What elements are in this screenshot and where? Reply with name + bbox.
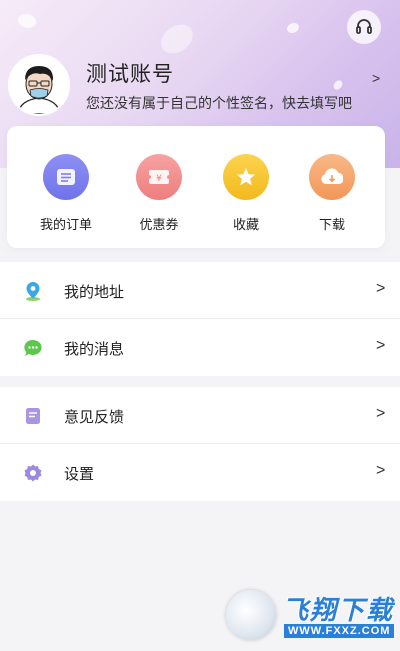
quick-actions-card: 我的订单 ¥ 优惠券 收藏 下载 — [7, 126, 385, 248]
my-orders-button[interactable]: 我的订单 — [31, 154, 101, 233]
favorites-button[interactable]: 收藏 — [211, 154, 281, 233]
menu-item-my-address[interactable]: 我的地址 > — [0, 262, 400, 319]
menu-item-label: 设置 — [64, 466, 95, 483]
profile-chevron-icon[interactable]: > — [372, 70, 380, 86]
avatar[interactable] — [8, 54, 70, 116]
username[interactable]: 测试账号 — [86, 58, 174, 88]
menu-item-my-messages[interactable]: 我的消息 > — [0, 319, 400, 376]
headset-icon — [356, 19, 372, 34]
watermark-logo-icon — [226, 590, 276, 640]
watermark-url: WWW.FXXZ.COM — [284, 624, 395, 638]
coupon-label: 优惠券 — [139, 217, 179, 232]
chevron-right-icon: > — [376, 337, 386, 354]
coupon-icon: ¥ — [136, 154, 182, 200]
menu-item-feedback[interactable]: 意见反馈 > — [0, 387, 400, 444]
petal-decoration — [285, 20, 301, 36]
petal-decoration — [156, 20, 198, 58]
my-orders-label: 我的订单 — [39, 217, 92, 232]
menu-item-settings[interactable]: 设置 > — [0, 444, 400, 501]
watermark: 飞翔下载 WWW.FXXZ.COM — [222, 586, 400, 646]
avatar-image — [10, 56, 68, 114]
svg-text:¥: ¥ — [156, 174, 162, 184]
download-label: 下载 — [318, 217, 345, 232]
chevron-right-icon: > — [376, 462, 386, 479]
menu-item-label: 我的消息 — [64, 341, 125, 358]
favorites-label: 收藏 — [232, 217, 259, 232]
petal-decoration — [332, 78, 344, 92]
menu-group-secondary: 意见反馈 > 设置 > — [0, 387, 400, 501]
order-list-icon — [43, 154, 89, 200]
settings-gear-icon — [24, 464, 42, 482]
personal-signature[interactable]: 您还没有属于自己的个性签名，快去填写吧 — [86, 93, 352, 113]
chevron-right-icon: > — [376, 280, 386, 297]
watermark-brand: 飞翔下载 — [282, 595, 395, 625]
coupon-button[interactable]: ¥ 优惠券 — [124, 154, 194, 233]
chevron-right-icon: > — [376, 405, 386, 422]
download-icon — [309, 154, 355, 200]
menu-item-label: 意见反馈 — [64, 409, 125, 426]
petal-decoration — [15, 10, 39, 32]
star-icon — [223, 154, 269, 200]
customer-service-button[interactable] — [347, 10, 381, 44]
download-button[interactable]: 下载 — [297, 154, 367, 233]
menu-item-label: 我的地址 — [64, 284, 125, 301]
location-pin-icon — [26, 282, 40, 301]
chat-bubble-icon — [24, 339, 42, 356]
menu-group-primary: 我的地址 > 我的消息 > — [0, 262, 400, 376]
feedback-icon — [26, 408, 40, 424]
